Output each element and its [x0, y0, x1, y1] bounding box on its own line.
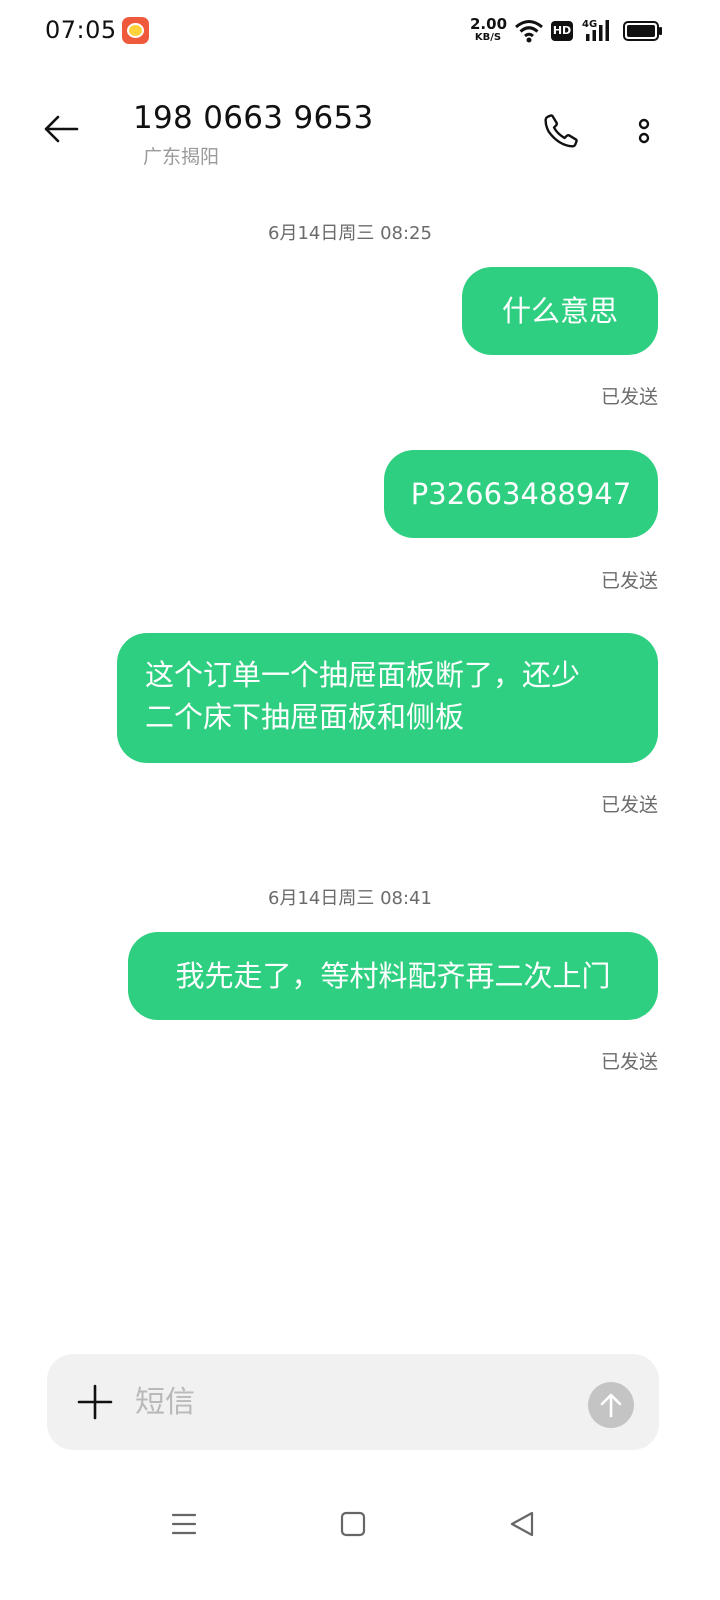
message-text: 我先走了，等村料配齐再二次上门 — [175, 959, 611, 993]
nav-home-button[interactable] — [340, 1511, 366, 1541]
nav-recents-button[interactable] — [170, 1510, 198, 1542]
sent-message-bubble[interactable]: P32663488947 — [384, 450, 658, 538]
sent-status: 已发送 — [600, 794, 658, 816]
sent-status: 已发送 — [600, 570, 658, 592]
phone-icon — [544, 114, 578, 148]
timestamp: 6月14日周三 08:41 — [268, 888, 432, 909]
wifi-icon — [515, 20, 543, 43]
contact-location: 广东揭阳 — [143, 146, 220, 168]
more-options-button[interactable] — [622, 106, 666, 156]
network-speed-unit: KB/S — [474, 32, 502, 43]
send-button[interactable] — [588, 1382, 634, 1428]
square-icon — [340, 1511, 366, 1537]
back-arrow-icon — [44, 115, 79, 143]
battery-icon — [623, 21, 662, 41]
network-speed-value: 2.00 — [470, 15, 508, 33]
sent-message-bubble[interactable]: 我先走了，等村料配齐再二次上门 — [128, 932, 658, 1020]
system-nav-bar — [0, 1490, 720, 1560]
app-notification-icon — [122, 17, 149, 44]
menu-icon — [171, 1513, 197, 1535]
more-vertical-icon — [638, 118, 650, 144]
sent-message-bubble[interactable]: 这个订单一个抽屉面板断了，还少 二个床下抽屉面板和侧板 — [117, 633, 658, 763]
nav-back-button[interactable] — [508, 1510, 536, 1542]
message-text-line: 这个订单一个抽屉面板断了，还少 — [145, 658, 581, 692]
sent-message-bubble[interactable]: 什么意思 — [462, 267, 658, 355]
network-speed: 2.00 KB/S — [470, 15, 508, 43]
conversation-header: 198 0663 9653 广东揭阳 — [0, 80, 720, 180]
plus-icon — [77, 1384, 113, 1420]
signal-icon: 4G — [582, 19, 609, 41]
sent-status: 已发送 — [600, 1051, 658, 1073]
network-type-label: 4G — [582, 19, 597, 30]
contact-number: 198 0663 9653 — [133, 100, 374, 136]
status-bar: 07:05 2.00 KB/S HD 4G — [0, 0, 720, 64]
message-text: 什么意思 — [501, 294, 618, 328]
back-button[interactable] — [36, 104, 86, 154]
status-time: 07:05 — [45, 16, 117, 44]
message-text-line: 二个床下抽屉面板和侧板 — [145, 700, 465, 734]
sms-input[interactable] — [135, 1378, 555, 1426]
message-composer — [47, 1354, 659, 1450]
sent-status: 已发送 — [600, 386, 658, 408]
triangle-back-icon — [510, 1511, 534, 1537]
timestamp: 6月14日周三 08:25 — [268, 223, 432, 244]
message-text: P32663488947 — [410, 477, 632, 511]
call-button[interactable] — [536, 106, 586, 156]
add-attachment-button[interactable] — [75, 1382, 115, 1422]
arrow-up-icon — [600, 1393, 622, 1418]
hd-voice-icon: HD — [551, 21, 573, 41]
